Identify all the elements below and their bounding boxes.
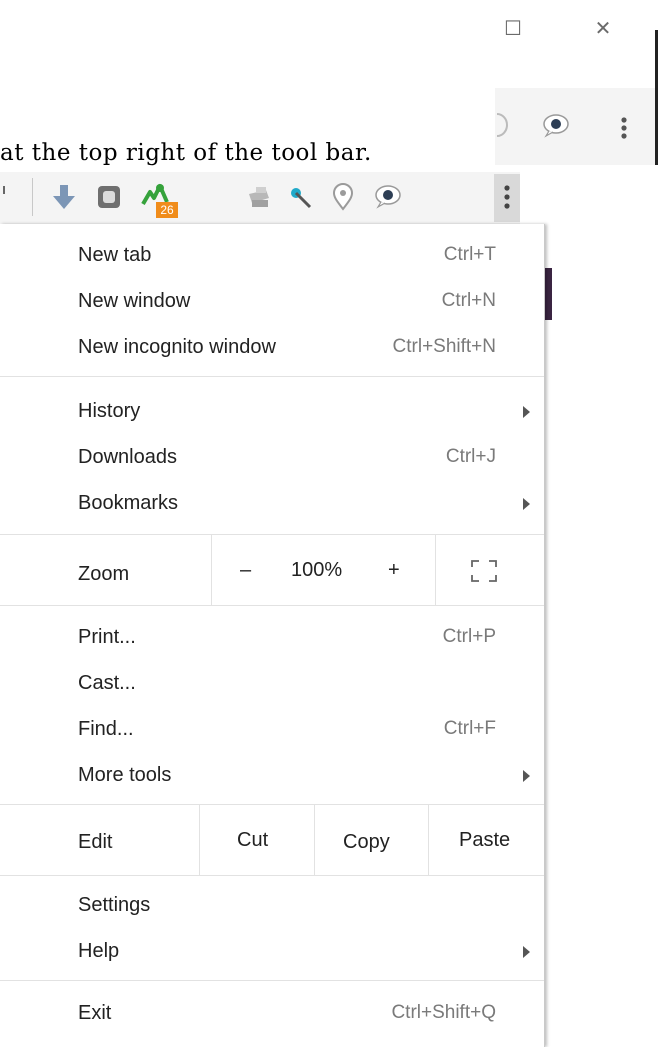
edit-divider	[199, 805, 200, 875]
partial-icon	[3, 186, 5, 194]
extension-badge: 26	[156, 202, 178, 218]
menu-item-more-tools[interactable]: More tools	[0, 754, 544, 798]
extension-speech-bubble-icon[interactable]	[372, 182, 402, 212]
menu-item-settings[interactable]: Settings	[0, 884, 544, 928]
toolbar-divider	[32, 178, 33, 216]
edit-divider	[428, 805, 429, 875]
menu-item-print[interactable]: Print... Ctrl+P	[0, 616, 544, 660]
menu-item-label: Help	[78, 940, 120, 962]
menu-item-label: Print...	[78, 626, 136, 648]
download-icon[interactable]	[49, 182, 79, 212]
zoom-level: 100%	[291, 559, 343, 581]
speech-bubble-icon[interactable]	[541, 112, 571, 138]
menu-item-label: Cast...	[78, 672, 136, 694]
close-window-button[interactable]: ✕	[589, 14, 617, 42]
extension-gray-icon[interactable]	[94, 182, 124, 212]
menu-item-new-incognito-window[interactable]: New incognito window Ctrl+Shift+N	[0, 326, 544, 370]
zoom-divider	[211, 535, 212, 605]
menu-item-label: New incognito window	[78, 336, 276, 358]
window-edge	[655, 30, 658, 165]
menu-item-label: Settings	[78, 894, 151, 916]
menu-row-zoom: Zoom – 100% +	[0, 535, 544, 605]
menu-item-shortcut: Ctrl+F	[443, 718, 496, 739]
menu-separator	[0, 875, 544, 876]
fullscreen-icon[interactable]	[470, 559, 498, 583]
submenu-arrow-icon	[523, 406, 530, 418]
extension-printer-icon[interactable]	[244, 182, 274, 212]
submenu-arrow-icon	[523, 770, 530, 782]
menu-item-help[interactable]: Help	[0, 930, 544, 974]
menu-row-edit: Edit Cut Copy Paste	[0, 805, 544, 875]
menu-item-label: History	[78, 400, 141, 422]
menu-separator	[0, 605, 544, 606]
copy-button[interactable]: Copy	[343, 831, 390, 854]
menu-item-shortcut: Ctrl+Shift+N	[392, 336, 496, 357]
extension-pin-icon[interactable]	[328, 182, 358, 212]
menu-item-label: Bookmarks	[78, 492, 179, 514]
submenu-arrow-icon	[523, 498, 530, 510]
more-vertical-icon	[504, 185, 510, 209]
menu-item-label: Find...	[78, 718, 134, 740]
menu-item-cast[interactable]: Cast...	[0, 662, 544, 706]
submenu-arrow-icon	[523, 946, 530, 958]
partial-icon	[496, 113, 508, 137]
zoom-out-button[interactable]: –	[240, 559, 251, 582]
menu-item-bookmarks[interactable]: Bookmarks	[0, 482, 544, 526]
menu-item-shortcut: Ctrl+J	[445, 446, 496, 467]
edit-divider	[314, 805, 315, 875]
chrome-menu: New tab Ctrl+T New window Ctrl+N New inc…	[0, 224, 545, 1047]
menu-item-shortcut: Ctrl+N	[441, 290, 496, 311]
menu-item-label: Downloads	[78, 446, 177, 468]
menu-item-label: New window	[78, 290, 191, 312]
zoom-label: Zoom	[78, 563, 130, 585]
paste-button[interactable]: Paste	[459, 829, 510, 852]
edit-label: Edit	[78, 831, 113, 853]
menu-item-history[interactable]: History	[0, 390, 544, 434]
menu-item-shortcut: Ctrl+P	[442, 626, 496, 647]
menu-item-exit[interactable]: Exit Ctrl+Shift+Q	[0, 992, 544, 1036]
cut-button[interactable]: Cut	[237, 829, 268, 852]
toolbar-crop	[495, 88, 657, 165]
zoom-divider	[435, 535, 436, 605]
extension-green-icon[interactable]: 26	[140, 182, 178, 220]
menu-item-label: Exit	[78, 1002, 112, 1024]
maximize-icon: ☐	[504, 16, 522, 40]
menu-item-label: More tools	[78, 764, 172, 786]
close-icon: ✕	[594, 16, 612, 40]
zoom-in-button[interactable]: +	[388, 559, 400, 582]
menu-separator	[0, 980, 544, 981]
background-page-strip	[544, 268, 552, 320]
document-caption: at the top right of the tool bar.	[0, 140, 372, 166]
browser-toolbar: 26	[0, 172, 520, 224]
more-vertical-icon[interactable]	[619, 116, 629, 142]
maximize-button[interactable]: ☐	[499, 14, 527, 42]
menu-item-label: New tab	[78, 244, 152, 266]
menu-separator	[0, 376, 544, 377]
menu-item-shortcut: Ctrl+T	[443, 244, 496, 265]
extension-eyedropper-icon[interactable]	[285, 182, 315, 212]
window-titlebar-crop: ☐ ✕	[495, 0, 663, 165]
menu-button[interactable]	[494, 174, 520, 222]
menu-item-downloads[interactable]: Downloads Ctrl+J	[0, 436, 544, 480]
menu-item-find[interactable]: Find... Ctrl+F	[0, 708, 544, 752]
menu-item-new-tab[interactable]: New tab Ctrl+T	[0, 234, 544, 278]
menu-item-shortcut: Ctrl+Shift+Q	[391, 1002, 496, 1023]
menu-item-new-window[interactable]: New window Ctrl+N	[0, 280, 544, 324]
